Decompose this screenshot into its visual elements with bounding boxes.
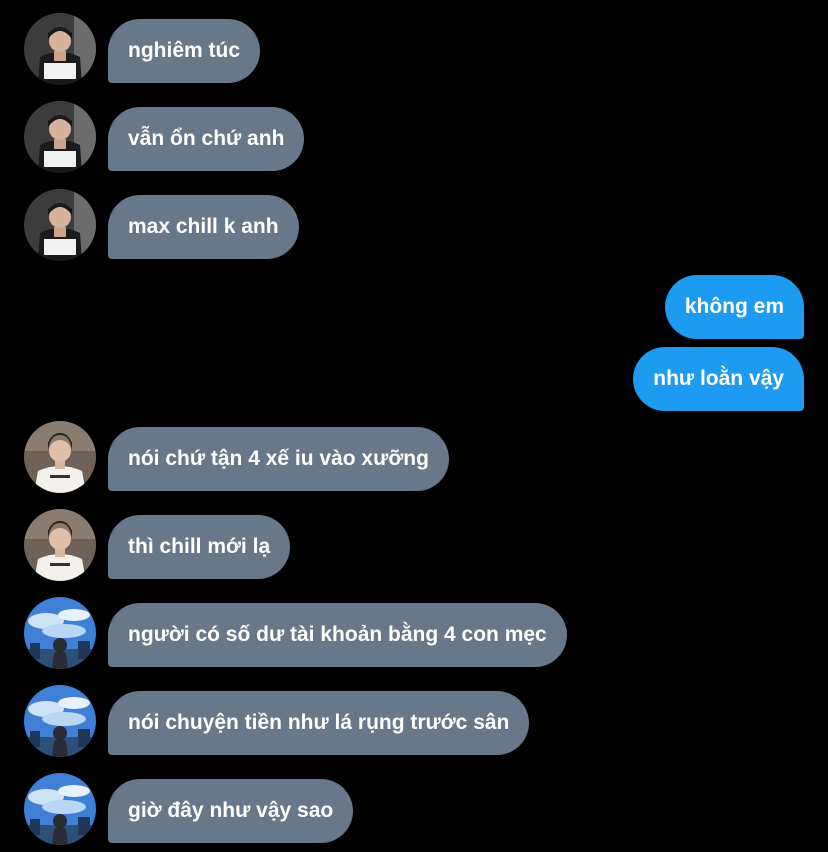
message-row-incoming: vẫn ổn chứ anh [0,101,828,173]
message-bubble[interactable]: max chill k anh [108,195,299,259]
message-bubble[interactable]: nói chứ tận 4 xế iu vào xưỡng [108,427,449,491]
message-row-incoming: max chill k anh [0,189,828,261]
message-bubble[interactable]: không em [664,275,804,339]
message-row-incoming: giờ đây như vậy sao [0,773,828,845]
avatar-photo-dark-jacket-icon [24,101,96,173]
avatar[interactable] [24,597,96,669]
message-bubble[interactable]: thì chill mới lạ [108,515,291,579]
message-row-incoming: người có số dư tài khoản bằng 4 con mẹc [0,597,828,669]
avatar[interactable] [24,101,96,173]
avatar[interactable] [24,13,96,85]
message-bubble[interactable]: người có số dư tài khoản bằng 4 con mẹc [108,603,567,667]
message-bubble[interactable]: nói chuyện tiền như lá rụng trước sân [108,691,530,755]
avatar-photo-blue-sky-icon [24,597,96,669]
avatar-photo-dark-jacket-icon [24,189,96,261]
message-row-incoming: thì chill mới lạ [0,509,828,581]
message-bubble[interactable]: như loằn vậy [633,347,804,411]
avatar-photo-white-tee-icon [24,509,96,581]
avatar[interactable] [24,773,96,845]
avatar-photo-white-tee-icon [24,421,96,493]
avatar-photo-blue-sky-icon [24,685,96,757]
message-row-incoming: nói chuyện tiền như lá rụng trước sân [0,685,828,757]
message-row-incoming: nghiêm túc [0,13,828,85]
avatar-photo-dark-jacket-icon [24,13,96,85]
message-row-outgoing: không em [0,275,828,339]
chat-thread: nghiêm túc vẫn ổn chứ anh max chill k an… [0,0,828,852]
avatar[interactable] [24,189,96,261]
message-row-incoming: nói chứ tận 4 xế iu vào xưỡng [0,421,828,493]
avatar[interactable] [24,509,96,581]
message-bubble[interactable]: nghiêm túc [108,19,261,83]
message-bubble[interactable]: giờ đây như vậy sao [108,779,354,843]
avatar[interactable] [24,685,96,757]
message-row-outgoing: như loằn vậy [0,347,828,411]
avatar-photo-blue-sky-icon [24,773,96,845]
message-bubble[interactable]: vẫn ổn chứ anh [108,107,305,171]
avatar[interactable] [24,421,96,493]
